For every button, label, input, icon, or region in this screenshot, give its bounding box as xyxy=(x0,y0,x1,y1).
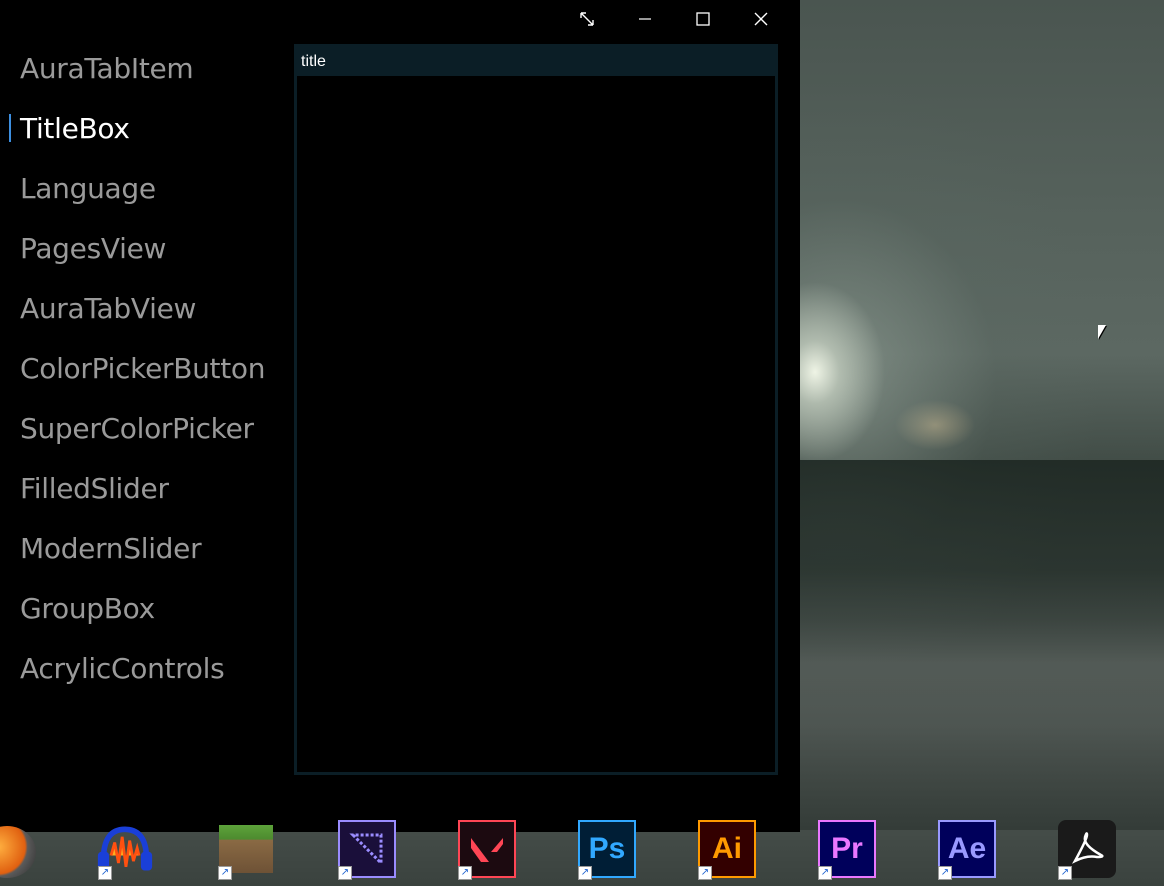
titlebox-header: title xyxy=(297,47,775,76)
nav-item-label: GroupBox xyxy=(20,591,155,625)
nav-item-label: Language xyxy=(20,171,156,205)
nav-item-language[interactable]: Language xyxy=(0,158,290,218)
titlebox-title: title xyxy=(301,52,326,70)
minimize-icon[interactable] xyxy=(616,0,674,38)
nav-item-label: ColorPickerButton xyxy=(20,351,266,385)
fl-studio-icon[interactable] xyxy=(0,826,36,878)
wallpaper-ground xyxy=(800,460,1164,830)
shortcut-arrow-icon: ↗ xyxy=(218,866,232,880)
nav-item-modernslider[interactable]: ModernSlider xyxy=(0,518,290,578)
nav-item-pagesview[interactable]: PagesView xyxy=(0,218,290,278)
after-effects-label: Ae xyxy=(947,832,987,865)
nav-item-label: TitleBox xyxy=(20,111,130,145)
mouse-cursor-icon xyxy=(1098,325,1106,339)
nav-item-filledslider[interactable]: FilledSlider xyxy=(0,458,290,518)
nav-item-label: FilledSlider xyxy=(20,471,169,505)
nav-item-label: SuperColorPicker xyxy=(20,411,254,445)
shortcut-arrow-icon: ↗ xyxy=(818,866,832,880)
app-window: AuraTabItem TitleBox Language PagesView … xyxy=(0,0,800,832)
nav-item-auratabview[interactable]: AuraTabView xyxy=(0,278,290,338)
nav-item-groupbox[interactable]: GroupBox xyxy=(0,578,290,638)
nav-item-supercolorpicker[interactable]: SuperColorPicker xyxy=(0,398,290,458)
resize-icon[interactable] xyxy=(558,0,616,38)
shortcut-arrow-icon: ↗ xyxy=(458,866,472,880)
nav-item-colorpickerbutton[interactable]: ColorPickerButton xyxy=(0,338,290,398)
nav-item-label: PagesView xyxy=(20,231,167,265)
nav-item-label: ModernSlider xyxy=(20,531,202,565)
selection-indicator xyxy=(9,114,11,142)
nav-item-auratabitem[interactable]: AuraTabItem xyxy=(0,38,290,98)
photoshop-label: Ps xyxy=(588,832,626,865)
premiere-pro-label: Pr xyxy=(831,832,863,865)
close-icon[interactable] xyxy=(732,0,790,38)
shortcut-arrow-icon: ↗ xyxy=(578,866,592,880)
illustrator-label: Ai xyxy=(712,832,742,865)
maximize-icon[interactable] xyxy=(674,0,732,38)
shortcut-arrow-icon: ↗ xyxy=(698,866,712,880)
shortcut-arrow-icon: ↗ xyxy=(98,866,112,880)
nav-item-label: AcrylicControls xyxy=(20,651,225,685)
nav-item-label: AuraTabItem xyxy=(20,51,194,85)
nav-item-titlebox[interactable]: TitleBox xyxy=(0,98,290,158)
shortcut-arrow-icon: ↗ xyxy=(938,866,952,880)
shortcut-arrow-icon: ↗ xyxy=(1058,866,1072,880)
shortcut-arrow-icon: ↗ xyxy=(338,866,352,880)
desktop-icon-row: ↗ ↗ ↗ ↗ Ps ↗ Ai ↗ Pr ↗ Ae ↗ ↗ xyxy=(0,816,1164,886)
nav-item-label: AuraTabView xyxy=(20,291,197,325)
nav-item-acryliccontrols[interactable]: AcrylicControls xyxy=(0,638,290,698)
titlebox-control: title xyxy=(294,44,778,775)
